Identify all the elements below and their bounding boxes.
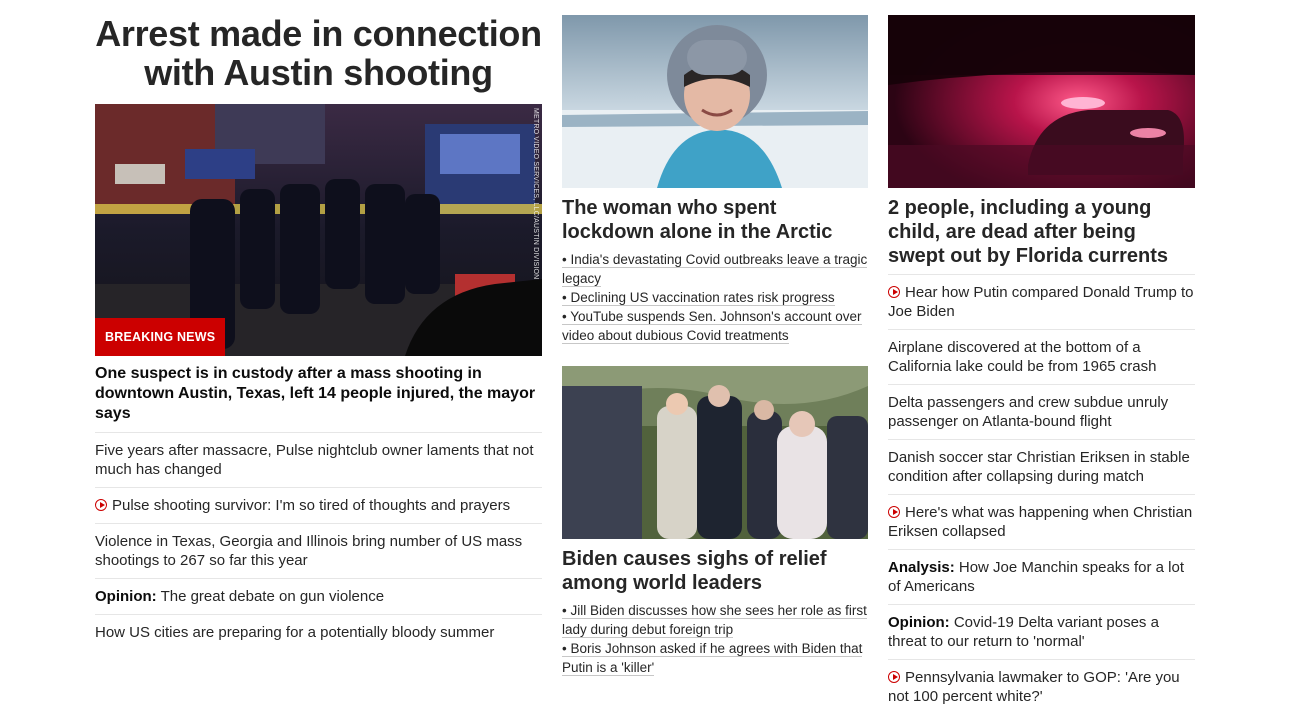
story-link[interactable]: • YouTube suspends Sen. Johnson's accoun…: [562, 309, 862, 344]
list-item[interactable]: Five years after massacre, Pulse nightcl…: [95, 432, 542, 487]
photo-credit: METRO VIDEO SERVICES, LLC/AUSTIN DIVISIO…: [532, 108, 539, 280]
arctic-woman-image: [562, 15, 868, 188]
list-item[interactable]: Violence in Texas, Georgia and Illinois …: [95, 523, 542, 578]
middle-column: The woman who spent lockdown alone in th…: [562, 0, 868, 677]
story-link[interactable]: • India's devastating Covid outbreaks le…: [562, 252, 868, 287]
story-link[interactable]: Five years after massacre, Pulse nightcl…: [95, 442, 534, 478]
list-item[interactable]: Here's what was happening when Christian…: [888, 494, 1195, 549]
story-link[interactable]: Violence in Texas, Georgia and Illinois …: [95, 533, 522, 569]
top-headline[interactable]: Arrest made in connection with Austin sh…: [95, 14, 542, 92]
story-link[interactable]: • Declining US vaccination rates risk pr…: [562, 290, 835, 306]
story-link[interactable]: Hear how Putin compared Donald Trump to …: [888, 284, 1193, 320]
play-video-icon: [95, 499, 107, 511]
arctic-story-headline[interactable]: The woman who spent lockdown alone in th…: [562, 196, 868, 244]
austin-shooting-photo[interactable]: METRO VIDEO SERVICES, LLC/AUSTIN DIVISIO…: [95, 104, 542, 356]
play-video-icon: [888, 671, 900, 683]
list-item[interactable]: Opinion: Covid-19 Delta variant poses a …: [888, 604, 1195, 659]
list-item[interactable]: Delta passengers and crew subdue unruly …: [888, 384, 1195, 439]
florida-police-photo[interactable]: [888, 15, 1195, 188]
list-item[interactable]: Pulse shooting survivor: I'm so tired of…: [95, 487, 542, 523]
list-item[interactable]: Airplane discovered at the bottom of a C…: [888, 329, 1195, 384]
story-link[interactable]: • Jill Biden discusses how she sees her …: [562, 603, 867, 638]
lead-story-summary[interactable]: One suspect is in custody after a mass s…: [95, 364, 542, 424]
list-item[interactable]: • Jill Biden discusses how she sees her …: [562, 601, 868, 639]
right-stories-list: Hear how Putin compared Donald Trump to …: [888, 274, 1195, 714]
story-link[interactable]: How US cities are preparing for a potent…: [95, 624, 494, 641]
story-link[interactable]: Pulse shooting survivor: I'm so tired of…: [112, 497, 510, 514]
play-video-icon: [888, 506, 900, 518]
biden-leaders-photo[interactable]: [562, 366, 868, 539]
biden-related-list: • Jill Biden discusses how she sees her …: [562, 601, 868, 677]
story-link[interactable]: Danish soccer star Christian Eriksen in …: [888, 449, 1190, 485]
play-video-icon: [888, 286, 900, 298]
story-link[interactable]: Airplane discovered at the bottom of a C…: [888, 339, 1156, 375]
arctic-related-list: • India's devastating Covid outbreaks le…: [562, 250, 868, 345]
right-column: 2 people, including a young child, are d…: [888, 0, 1195, 714]
story-link[interactable]: Pennsylvania lawmaker to GOP: 'Are you n…: [888, 669, 1180, 705]
list-item[interactable]: Hear how Putin compared Donald Trump to …: [888, 274, 1195, 329]
arctic-woman-photo[interactable]: [562, 15, 868, 188]
opinion-label: Opinion:: [888, 614, 950, 631]
biden-leaders-image: [562, 366, 868, 539]
related-stories-list: Five years after massacre, Pulse nightcl…: [95, 432, 542, 650]
florida-story-headline[interactable]: 2 people, including a young child, are d…: [888, 196, 1195, 268]
story-link[interactable]: Delta passengers and crew subdue unruly …: [888, 394, 1168, 430]
list-item[interactable]: Pennsylvania lawmaker to GOP: 'Are you n…: [888, 659, 1195, 714]
list-item[interactable]: • Declining US vaccination rates risk pr…: [562, 288, 868, 307]
list-item[interactable]: • India's devastating Covid outbreaks le…: [562, 250, 868, 288]
list-item[interactable]: • YouTube suspends Sen. Johnson's accoun…: [562, 307, 868, 345]
opinion-label: Opinion:: [95, 588, 157, 605]
florida-police-image: [888, 15, 1195, 188]
list-item[interactable]: Danish soccer star Christian Eriksen in …: [888, 439, 1195, 494]
story-link[interactable]: • Boris Johnson asked if he agrees with …: [562, 641, 863, 676]
biden-story-headline[interactable]: Biden causes sighs of relief among world…: [562, 547, 868, 595]
story-link[interactable]: The great debate on gun violence: [161, 588, 385, 605]
list-item[interactable]: • Boris Johnson asked if he agrees with …: [562, 639, 868, 677]
list-item[interactable]: How US cities are preparing for a potent…: [95, 614, 542, 650]
analysis-label: Analysis:: [888, 559, 955, 576]
breaking-news-badge: BREAKING NEWS: [95, 318, 226, 356]
top-story-column: Arrest made in connection with Austin sh…: [95, 0, 542, 650]
story-link[interactable]: Here's what was happening when Christian…: [888, 504, 1192, 540]
list-item[interactable]: Analysis: How Joe Manchin speaks for a l…: [888, 549, 1195, 604]
list-item[interactable]: Opinion: The great debate on gun violenc…: [95, 578, 542, 614]
